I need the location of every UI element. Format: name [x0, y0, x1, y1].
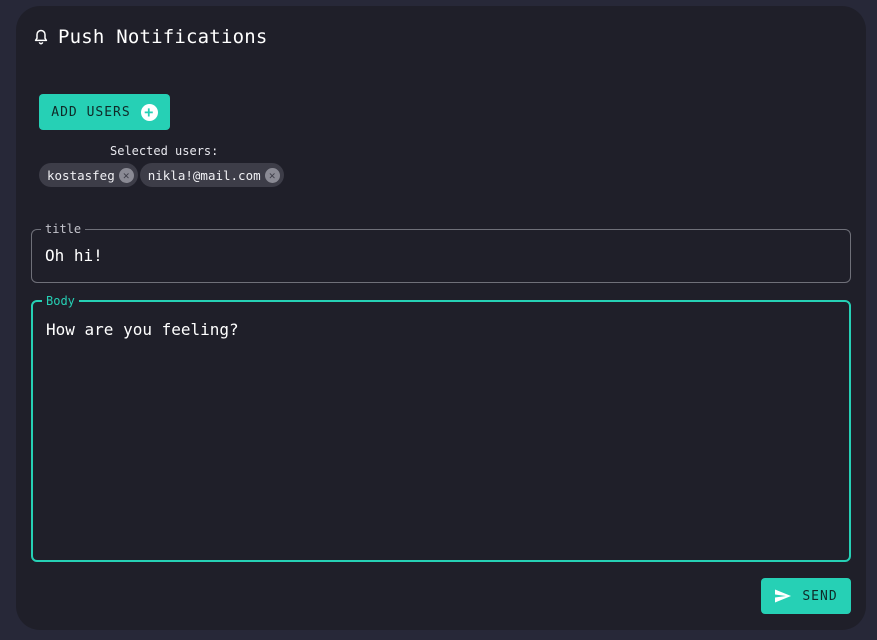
send-label: SEND: [802, 588, 838, 604]
title-input[interactable]: Oh hi!: [45, 236, 837, 265]
title-field-label: title: [45, 222, 82, 236]
user-chip[interactable]: nikla!@mail.com ✕: [139, 163, 284, 187]
title-field[interactable]: title Oh hi!: [31, 222, 851, 283]
user-chip-label: nikla!@mail.com: [147, 167, 261, 183]
push-notifications-card: Push Notifications ADD USERS + Selected …: [16, 6, 866, 630]
card-header: Push Notifications: [34, 26, 268, 48]
selected-users-label: Selected users:: [110, 144, 219, 158]
add-circle-icon: +: [140, 103, 158, 121]
add-users-label: ADD USERS: [51, 104, 131, 120]
page-title: Push Notifications: [58, 26, 268, 48]
bell-icon: [34, 29, 48, 45]
selected-users-chips: kostasfeg ✕ nikla!@mail.com ✕: [39, 163, 284, 187]
body-field[interactable]: Body How are you feeling?: [31, 294, 851, 562]
send-button[interactable]: SEND: [761, 578, 851, 614]
add-users-button[interactable]: ADD USERS +: [39, 94, 170, 130]
user-chip-label: kostasfeg: [47, 167, 115, 183]
user-chip[interactable]: kostasfeg ✕: [39, 163, 138, 187]
remove-chip-icon[interactable]: ✕: [118, 167, 134, 183]
remove-chip-icon[interactable]: ✕: [264, 167, 280, 183]
body-field-label: Body: [46, 294, 75, 308]
send-icon: [774, 588, 792, 604]
body-textarea[interactable]: How are you feeling?: [46, 308, 836, 339]
